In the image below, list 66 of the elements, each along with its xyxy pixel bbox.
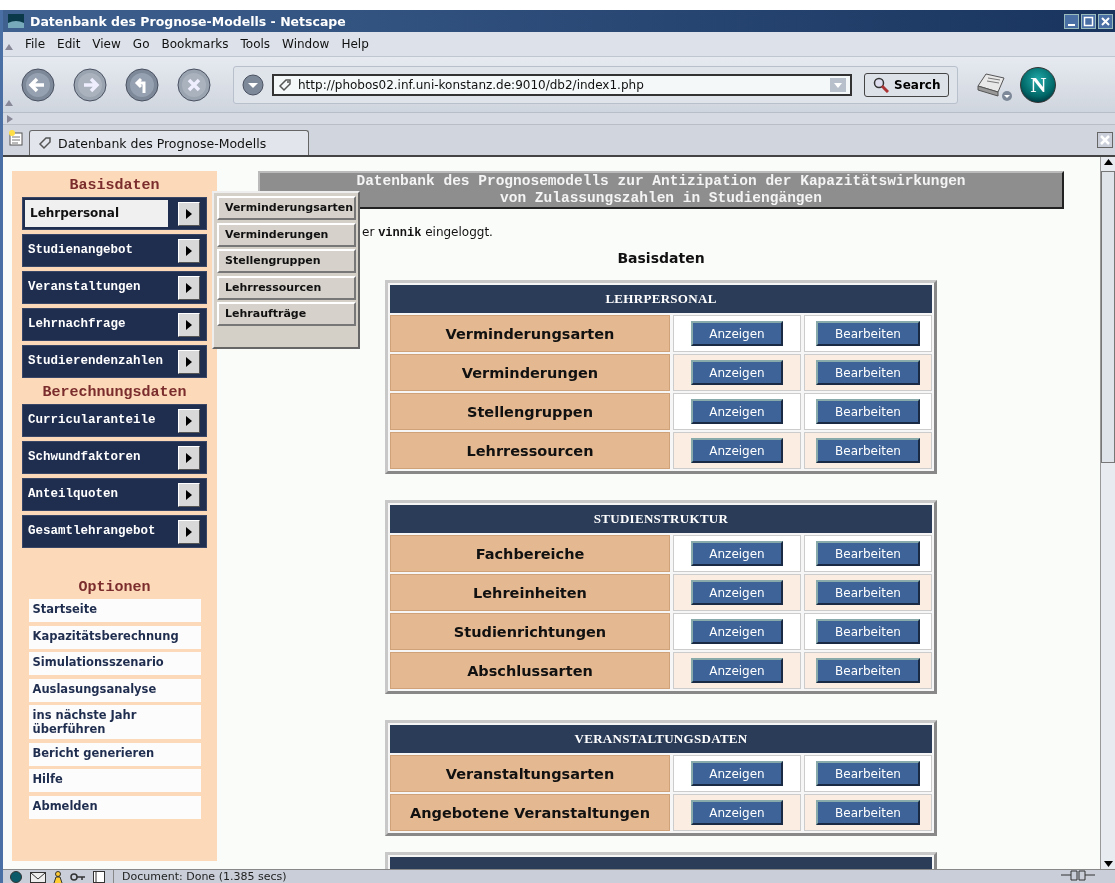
search-button[interactable]: Search (864, 72, 950, 97)
login-text: er vinnik eingeloggt. (362, 225, 493, 240)
submenu-item[interactable]: Verminderungen (217, 222, 356, 247)
show-button[interactable]: Anzeigen (691, 438, 783, 463)
table-cell: Abschlussarten (390, 652, 670, 689)
show-button[interactable]: Anzeigen (691, 321, 783, 346)
edit-button[interactable]: Bearbeiten (816, 761, 920, 786)
edit-button[interactable]: Bearbeiten (816, 541, 920, 566)
section-heading: Optionen (78, 578, 151, 598)
edit-button[interactable]: Bearbeiten (816, 658, 920, 683)
submenu-item[interactable]: Verminderungsarten (217, 196, 356, 220)
show-button[interactable]: Anzeigen (691, 658, 783, 683)
page-heading: Basisdaten (617, 250, 705, 266)
show-button[interactable]: Anzeigen (691, 541, 783, 566)
submenu-item[interactable]: Lehrressourcen (217, 275, 356, 300)
logo[interactable]: N (1020, 66, 1057, 103)
table-cell: Stellengruppen (390, 393, 670, 430)
menu-item[interactable]: Tools (234, 37, 277, 51)
menu-item[interactable]: Window (276, 37, 336, 51)
table-header: VERANSTALTUNGSDATEN (390, 725, 932, 753)
section-heading: Berechnungsdaten (42, 383, 187, 403)
table-cell: Lehreinheiten (390, 574, 670, 611)
table-cell: Studienrichtungen (390, 613, 670, 650)
table-cell: Verminderungsarten (390, 315, 670, 352)
sidebar-item[interactable]: Lehrpersonal (25, 200, 168, 227)
edit-button[interactable]: Bearbeiten (816, 619, 920, 644)
edit-button[interactable]: Bearbeiten (816, 580, 920, 605)
browser-tab[interactable]: Datenbank des Prognose-Modells (29, 130, 309, 155)
table-cell: Lehrressourcen (390, 432, 670, 469)
submenu-item[interactable]: Stellengruppen (217, 249, 356, 273)
option-link[interactable]: Auslasungsanalyse (28, 678, 201, 702)
table-header: LEHRPERSONAL (390, 285, 932, 313)
edit-button[interactable]: Bearbeiten (816, 800, 920, 825)
table-header: STUDIENSTRUKTUR (390, 505, 932, 533)
menu-item[interactable]: Edit (51, 37, 87, 51)
edit-button[interactable]: Bearbeiten (816, 399, 920, 424)
option-link[interactable]: Hilfe (28, 769, 201, 792)
show-button[interactable]: Anzeigen (691, 619, 783, 644)
show-button[interactable]: Anzeigen (691, 761, 783, 786)
menu-item[interactable]: View (86, 37, 127, 51)
menu-item[interactable]: Go (126, 37, 156, 51)
edit-button[interactable]: Bearbeiten (816, 360, 920, 385)
submenu-item[interactable]: Lehraufträge (217, 302, 356, 326)
table-cell: Angebotene Veranstaltungen (390, 794, 670, 831)
option-link[interactable]: Bericht generieren (28, 742, 201, 766)
window-title: Datenbank des Prognose-Modells - Netscape (30, 13, 346, 29)
menu-item[interactable]: Help (335, 37, 375, 51)
edit-button[interactable]: Bearbeiten (816, 321, 920, 346)
show-button[interactable]: Anzeigen (691, 360, 783, 385)
table-cell: Verminderungen (390, 354, 670, 391)
option-link[interactable]: ins nächste Jahr überführen (28, 705, 201, 739)
section-heading: Basisdaten (69, 176, 160, 196)
table-cell: Veranstaltungsarten (390, 755, 670, 792)
show-button[interactable]: Anzeigen (691, 399, 783, 424)
menu-item[interactable]: File (19, 37, 52, 51)
option-link[interactable]: Abmelden (28, 795, 201, 819)
show-button[interactable]: Anzeigen (691, 800, 783, 825)
option-link[interactable]: Startseite (28, 599, 201, 622)
edit-button[interactable]: Bearbeiten (816, 438, 920, 463)
address-field[interactable]: http://phobos02.inf.uni-konstanz.de:9010/db2/index1.php (272, 73, 852, 96)
option-link[interactable]: Simulationsszenario (28, 652, 201, 675)
status-text: Document: Done (1.385 secs) (121, 870, 287, 883)
menu-item[interactable]: Bookmarks (155, 37, 235, 51)
table-cell: Fachbereiche (390, 535, 670, 572)
option-link[interactable]: Kapazitätsberechnung (28, 625, 201, 649)
show-button[interactable]: Anzeigen (691, 580, 783, 605)
